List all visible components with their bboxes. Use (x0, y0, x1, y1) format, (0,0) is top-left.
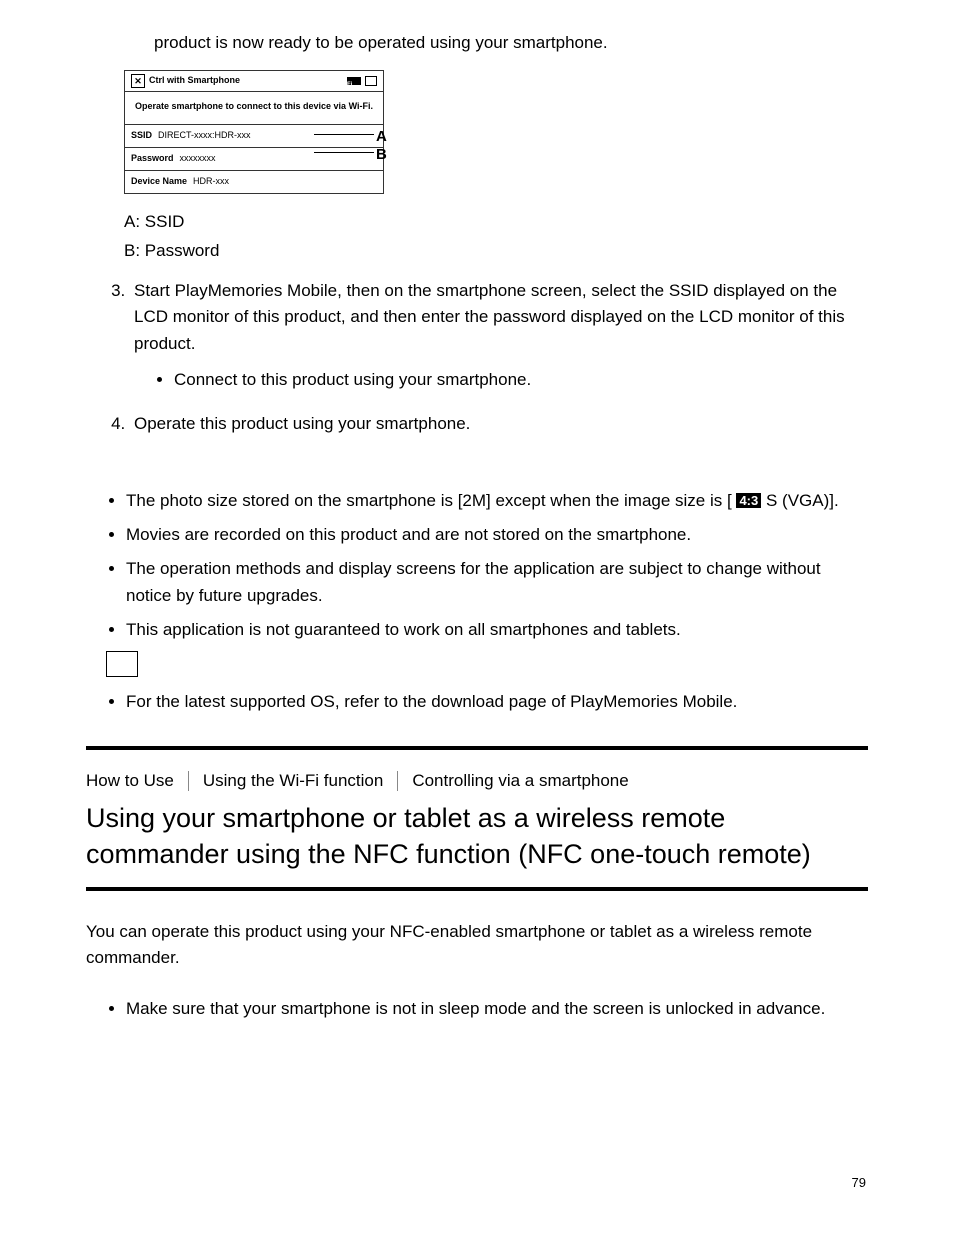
step-3-sub-1: Connect to this product using your smart… (174, 367, 868, 393)
placeholder-box (106, 651, 138, 677)
continuation-text: product is now ready to be operated usin… (154, 30, 868, 56)
page-number: 79 (852, 1173, 866, 1193)
section-heading: Using your smartphone or tablet as a wir… (86, 800, 868, 873)
note-empty-box (126, 651, 868, 677)
lcd-frame: ✕ Ctrl with Smartphone Wi-Fi Operate sma… (124, 70, 384, 194)
section-divider-top (86, 746, 868, 750)
step-list: Start PlayMemories Mobile, then on the s… (86, 278, 868, 438)
step-3-sublist: Connect to this product using your smart… (134, 367, 868, 393)
callout-b: B (376, 143, 387, 166)
note-2: Movies are recorded on this product and … (126, 522, 868, 548)
note-1-text-b: S (VGA)]. (761, 491, 838, 510)
wifi-badge-icon: Wi-Fi (347, 77, 361, 85)
prep-1: Make sure that your smartphone is not in… (126, 996, 868, 1022)
lcd-title: Ctrl with Smartphone (149, 74, 240, 88)
lcd-row-ssid: SSID DIRECT-xxxx:HDR-xxx (125, 124, 383, 147)
crumb-1: How to Use (86, 768, 174, 794)
aspect-ratio-icon: 4:3 (736, 493, 761, 508)
notes-list: The photo size stored on the smartphone … (86, 488, 868, 716)
crumb-2: Using the Wi-Fi function (203, 768, 383, 794)
ssid-value: DIRECT-xxxx:HDR-xxx (158, 129, 251, 143)
battery-icon (365, 76, 377, 86)
devicename-value: HDR-xxx (193, 175, 229, 189)
lcd-row-devicename: Device Name HDR-xxx (125, 170, 383, 193)
lcd-row-password: Password xxxxxxxx (125, 147, 383, 170)
lcd-titlebar: ✕ Ctrl with Smartphone Wi-Fi (125, 71, 383, 92)
close-icon: ✕ (131, 74, 145, 88)
note-5: For the latest supported OS, refer to th… (126, 689, 868, 715)
crumb-separator (188, 771, 189, 791)
step-4: Operate this product using your smartpho… (130, 411, 868, 437)
note-4: This application is not guaranteed to wo… (126, 617, 868, 643)
lcd-message: Operate smartphone to connect to this de… (125, 92, 383, 124)
crumb-3: Controlling via a smartphone (412, 768, 628, 794)
preparation-list: Make sure that your smartphone is not in… (86, 996, 868, 1022)
step-3-text: Start PlayMemories Mobile, then on the s… (134, 281, 845, 353)
step-3: Start PlayMemories Mobile, then on the s… (130, 278, 868, 393)
caption-line-b: B: Password (124, 237, 868, 266)
callout-line-b (314, 152, 374, 153)
password-label: Password (131, 152, 174, 166)
password-value: xxxxxxxx (180, 152, 216, 166)
crumb-separator (397, 771, 398, 791)
figure-caption: A: SSID B: Password (124, 208, 868, 266)
ssid-label: SSID (131, 129, 152, 143)
section-intro: You can operate this product using your … (86, 919, 868, 972)
lcd-figure: ✕ Ctrl with Smartphone Wi-Fi Operate sma… (124, 70, 384, 194)
breadcrumb: How to Use Using the Wi-Fi function Cont… (86, 768, 868, 794)
section-divider-bottom (86, 887, 868, 891)
devicename-label: Device Name (131, 175, 187, 189)
caption-line-a: A: SSID (124, 208, 868, 237)
callout-line-a (314, 134, 374, 135)
note-1-text-a: The photo size stored on the smartphone … (126, 491, 732, 510)
note-3: The operation methods and display screen… (126, 556, 868, 609)
note-1: The photo size stored on the smartphone … (126, 488, 868, 514)
